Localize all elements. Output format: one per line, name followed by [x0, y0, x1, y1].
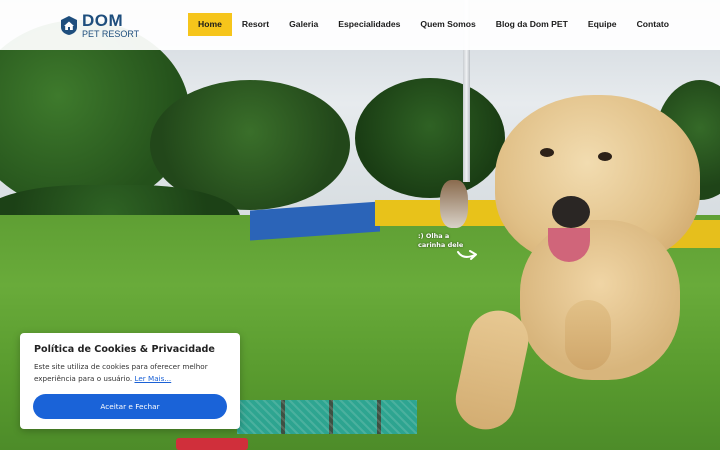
cookie-message: Este site utiliza de cookies para oferec…	[34, 362, 208, 383]
main-nav: Home Resort Galeria Especialidades Quem …	[188, 13, 679, 36]
dog-nose	[552, 196, 590, 228]
accept-cookies-button[interactable]: Aceitar e Fechar	[33, 394, 227, 419]
nav-contato[interactable]: Contato	[627, 13, 679, 36]
dog-leg	[565, 300, 611, 370]
house-shield-icon	[61, 16, 77, 35]
nav-galeria[interactable]: Galeria	[279, 13, 328, 36]
nav-especialidades[interactable]: Especialidades	[328, 13, 410, 36]
nav-quem-somos[interactable]: Quem Somos	[410, 13, 485, 36]
dog-eye	[540, 148, 554, 157]
cookie-banner: Política de Cookies & Privacidade Este s…	[20, 333, 240, 429]
site-logo[interactable]: DOM PET RESORT	[60, 12, 139, 39]
nav-equipe[interactable]: Equipe	[578, 13, 627, 36]
cookie-title: Política de Cookies & Privacidade	[34, 344, 215, 355]
red-object	[176, 438, 248, 450]
nav-resort[interactable]: Resort	[232, 13, 279, 36]
dog-eye	[598, 152, 612, 161]
fence	[237, 400, 417, 434]
nav-blog[interactable]: Blog da Dom PET	[486, 13, 578, 36]
site-header: DOM PET RESORT Home Resort Galeria Espec…	[0, 0, 720, 50]
logo-name: DOM	[82, 11, 124, 30]
tree	[355, 78, 505, 198]
read-more-link[interactable]: Ler Mais...	[134, 374, 171, 383]
nav-home[interactable]: Home	[188, 13, 232, 36]
curved-arrow-icon	[457, 250, 477, 260]
distant-dog	[440, 180, 468, 228]
annotation-line: :) Olha a	[418, 232, 450, 240]
cookie-text: Este site utiliza de cookies para oferec…	[34, 361, 229, 385]
logo-tagline: PET RESORT	[82, 29, 140, 39]
